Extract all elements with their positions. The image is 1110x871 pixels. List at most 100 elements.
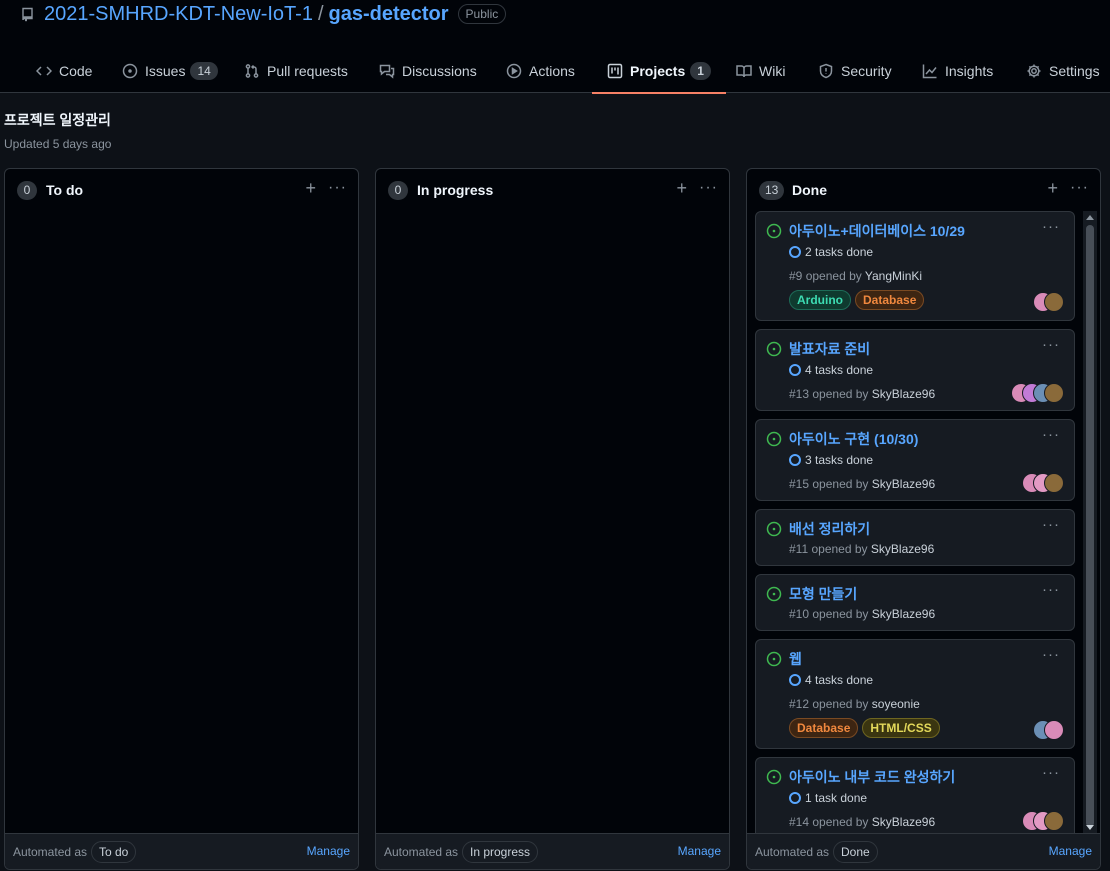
- tab-discussions[interactable]: Discussions: [379, 48, 477, 93]
- issue-card[interactable]: 아두이노 구현 (10/30) ··· 3 tasks done #15 ope…: [755, 419, 1075, 501]
- scrollbar-thumb[interactable]: [1086, 225, 1094, 827]
- tab-pull-requests[interactable]: Pull requests: [244, 48, 348, 93]
- card-menu-button[interactable]: ···: [1042, 581, 1060, 598]
- automation-preset-pill: To do: [91, 841, 137, 863]
- issue-author-link[interactable]: SkyBlaze96: [872, 477, 935, 491]
- avatar[interactable]: [1044, 383, 1064, 403]
- scroll-up-arrow-icon[interactable]: [1086, 215, 1094, 220]
- card-menu-button[interactable]: ···: [1042, 218, 1060, 235]
- tab-actions[interactable]: Actions: [506, 48, 575, 93]
- issue-number: #10: [789, 607, 810, 621]
- label-database[interactable]: Database: [855, 290, 925, 310]
- issue-title-link[interactable]: 아두이노+데이터베이스 10/29: [789, 221, 965, 241]
- avatar[interactable]: [1044, 292, 1064, 312]
- issue-card[interactable]: 발표자료 준비 ··· 4 tasks done #13 opened by S…: [755, 329, 1075, 411]
- issue-opened-by-text: opened by: [811, 542, 868, 556]
- manage-automation-link[interactable]: Manage: [678, 844, 721, 858]
- column-menu-button[interactable]: ···: [1070, 178, 1089, 198]
- issue-card[interactable]: 아두이노+데이터베이스 10/29 ··· 2 tasks done #9 op…: [755, 211, 1075, 321]
- git-pull-request-icon: [245, 63, 259, 78]
- avatar[interactable]: [1044, 473, 1064, 493]
- task-progress-ring-icon: [789, 792, 801, 804]
- add-card-button[interactable]: +: [676, 178, 687, 198]
- column-done: 13 Done + ··· 아두이노+데이터베이스 10/29 ··· 2 ta…: [746, 168, 1101, 870]
- label-html-css[interactable]: HTML/CSS: [862, 718, 940, 738]
- column-footer: Automated as To do Manage: [5, 833, 358, 869]
- column-card-count: 0: [388, 181, 408, 200]
- avatar[interactable]: [1044, 811, 1064, 831]
- tab-security[interactable]: Security: [818, 48, 892, 93]
- issue-title-link[interactable]: 배선 정리하기: [789, 519, 870, 539]
- card-menu-button[interactable]: ···: [1042, 336, 1060, 353]
- play-icon: [506, 63, 522, 78]
- tab-label: Actions: [529, 62, 575, 79]
- tab-label: Discussions: [402, 62, 477, 79]
- column-title: In progress: [417, 182, 494, 198]
- tab-wiki[interactable]: Wiki: [736, 48, 785, 93]
- repo-owner-link[interactable]: 2021-SMHRD-KDT-New-IoT-1: [44, 3, 313, 26]
- issue-meta: #15 opened by SkyBlaze96: [789, 477, 935, 491]
- issue-author-link[interactable]: SkyBlaze96: [871, 542, 934, 556]
- column-in-progress: 0 In progress + ··· Automated as In prog…: [375, 168, 730, 870]
- label-arduino[interactable]: Arduino: [789, 290, 851, 310]
- card-menu-button[interactable]: ···: [1042, 646, 1060, 663]
- issue-author-link[interactable]: SkyBlaze96: [872, 815, 935, 829]
- issue-title-link[interactable]: 발표자료 준비: [789, 339, 870, 359]
- card-menu-button[interactable]: ···: [1042, 516, 1060, 533]
- issue-author-link[interactable]: soyeonie: [872, 697, 920, 711]
- tab-label: Pull requests: [267, 62, 348, 79]
- column-menu-button[interactable]: ···: [328, 178, 347, 198]
- manage-automation-link[interactable]: Manage: [1049, 844, 1092, 858]
- column-scrollbar[interactable]: [1083, 211, 1097, 834]
- issue-number: #11: [789, 542, 809, 556]
- tab-issues[interactable]: Issues 14: [122, 48, 218, 93]
- column-cards-list: 아두이노+데이터베이스 10/29 ··· 2 tasks done #9 op…: [755, 211, 1076, 834]
- add-card-button[interactable]: +: [305, 178, 316, 198]
- column-title: To do: [46, 182, 84, 198]
- task-progress-text: 3 tasks done: [805, 453, 874, 467]
- issue-title-link[interactable]: 아두이노 구현 (10/30): [789, 429, 918, 449]
- column-title: Done: [792, 182, 827, 198]
- manage-automation-link[interactable]: Manage: [307, 844, 350, 858]
- repo-name-link[interactable]: gas-detector: [329, 3, 449, 26]
- avatar[interactable]: [1044, 720, 1064, 740]
- issue-opened-icon: [766, 586, 782, 602]
- issue-author-link[interactable]: SkyBlaze96: [872, 607, 935, 621]
- shield-icon: [819, 63, 833, 78]
- issue-card[interactable]: 모형 만들기 ··· #10 opened by SkyBlaze96: [755, 574, 1075, 631]
- graph-icon: [922, 64, 937, 78]
- issue-title-link[interactable]: 아두이노 내부 코드 완성하기: [789, 767, 955, 787]
- issue-meta: #9 opened by YangMinKi: [789, 269, 922, 283]
- project-title: 프로젝트 일정관리: [4, 112, 111, 128]
- tab-projects[interactable]: Projects 1: [592, 48, 726, 94]
- card-menu-button[interactable]: ···: [1042, 426, 1060, 443]
- issue-meta: #10 opened by SkyBlaze96: [789, 607, 935, 621]
- issue-card[interactable]: 아두이노 내부 코드 완성하기 ··· 1 task done #14 open…: [755, 757, 1075, 834]
- task-progress-text: 1 task done: [805, 791, 868, 805]
- column-card-count: 0: [17, 181, 37, 200]
- column-footer: Automated as Done Manage: [747, 833, 1100, 869]
- column-header: 0 To do + ···: [5, 169, 358, 211]
- column-menu-button[interactable]: ···: [699, 178, 718, 198]
- repo-path-separator: /: [317, 2, 324, 25]
- label-database[interactable]: Database: [789, 718, 859, 738]
- assignee-avatars: [1033, 292, 1064, 312]
- tab-insights[interactable]: Insights: [922, 48, 993, 93]
- issue-title-link[interactable]: 모형 만들기: [789, 584, 857, 604]
- add-card-button[interactable]: +: [1047, 178, 1058, 198]
- issue-card[interactable]: 웹 ··· 4 tasks done #12 opened by soyeoni…: [755, 639, 1075, 749]
- card-menu-button[interactable]: ···: [1042, 764, 1060, 781]
- issue-card[interactable]: 배선 정리하기 ··· #11 opened by SkyBlaze96: [755, 509, 1075, 566]
- issue-title-link[interactable]: 웹: [789, 649, 802, 669]
- tab-settings[interactable]: Settings: [1026, 48, 1100, 93]
- issue-author-link[interactable]: YangMinKi: [865, 269, 922, 283]
- column-to-do: 0 To do + ··· Automated as To do Manage: [4, 168, 359, 870]
- scroll-down-arrow-icon[interactable]: [1086, 825, 1094, 830]
- tab-code[interactable]: Code: [36, 48, 92, 93]
- issue-meta: #11 opened by SkyBlaze96: [789, 542, 934, 556]
- repo-title: 2021-SMHRD-KDT-New-IoT-1 / gas-detector …: [20, 2, 507, 26]
- issue-author-link[interactable]: SkyBlaze96: [872, 387, 935, 401]
- automated-label: Automated as: [755, 845, 830, 859]
- issue-opened-icon: [122, 63, 138, 78]
- book-icon: [736, 64, 752, 77]
